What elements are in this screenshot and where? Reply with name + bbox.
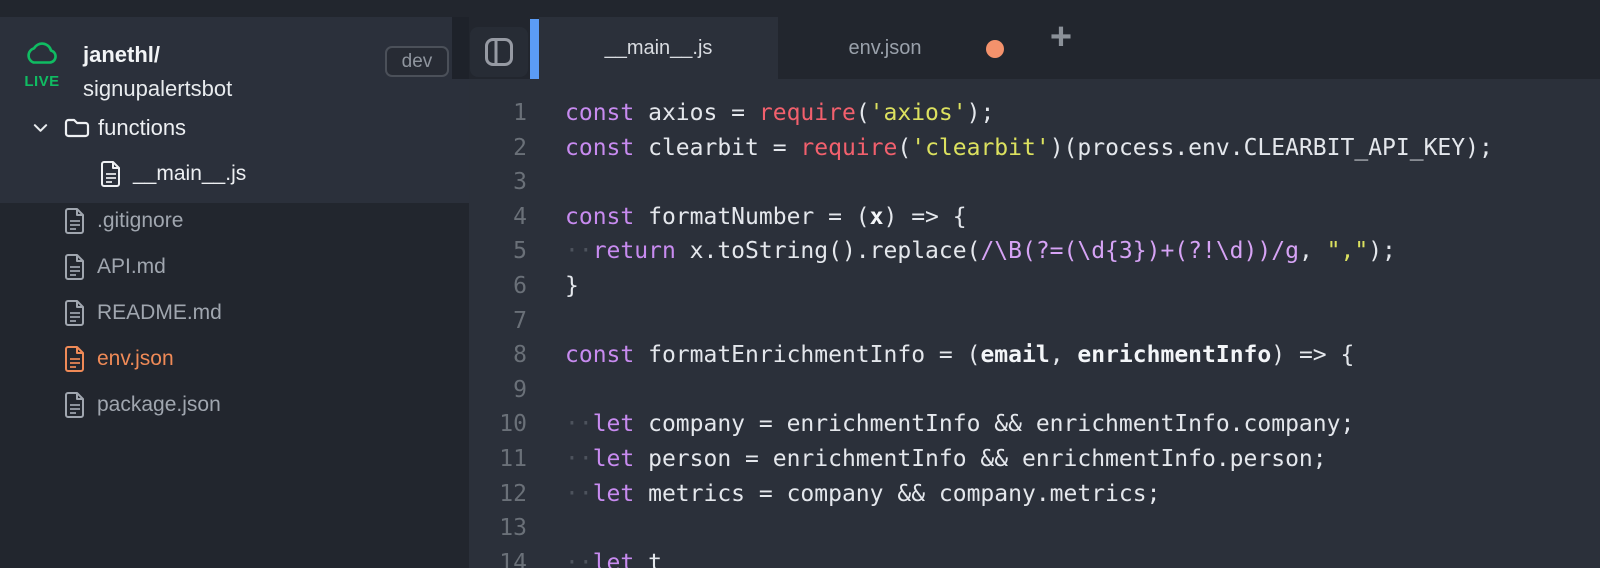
line-number: 2 <box>513 134 527 161</box>
file-icon <box>101 161 120 187</box>
sidebar-item-package-json[interactable]: package.json <box>0 382 469 428</box>
chevron-down-icon <box>33 124 48 132</box>
tab-bar: __main__.js env.json + <box>469 0 1600 79</box>
line-number: 10 <box>499 411 527 438</box>
line-number: 12 <box>499 480 527 507</box>
sidebar-item-API-md[interactable]: API.md <box>0 244 469 290</box>
folder-label: functions <box>98 115 187 140</box>
code-line: 13 <box>469 511 1600 546</box>
file-icon <box>65 300 84 326</box>
file-label: package.json <box>97 393 221 416</box>
code-line: 14 ··let t <box>469 546 1600 568</box>
tab-env-json[interactable]: env.json <box>800 17 970 79</box>
code-text: ··return x.toString().replace(/\B(?=(\d{… <box>565 238 1396 265</box>
code-line: 9 <box>469 373 1600 408</box>
code-text: const axios = require('axios'); <box>565 100 995 126</box>
line-number: 1 <box>513 100 527 126</box>
file-label: API.md <box>97 255 166 278</box>
code-text: ··let company = enrichmentInfo && enrich… <box>565 411 1355 438</box>
code-text: const formatEnrichmentInfo = (email, enr… <box>565 342 1355 369</box>
sidebar-edge-shadow <box>452 17 469 79</box>
file-icon <box>65 346 84 372</box>
code-text: const clearbit = require('clearbit')(pro… <box>565 134 1493 161</box>
active-tab-indicator <box>530 19 539 79</box>
code-text: const formatNumber = (x) => { <box>565 203 967 230</box>
code-line: 7 <box>469 304 1600 339</box>
line-number: 7 <box>513 307 527 334</box>
tab-main-js[interactable]: __main__.js <box>539 17 778 79</box>
line-number: 8 <box>513 342 527 369</box>
env-badge: dev <box>385 46 449 77</box>
live-label: LIVE <box>24 73 60 90</box>
code-line: 6} <box>469 269 1600 304</box>
unsaved-changes-dot <box>986 40 1004 58</box>
code-line: 3 <box>469 165 1600 200</box>
sidebar-item-README-md[interactable]: README.md <box>0 290 469 336</box>
line-number: 6 <box>513 272 527 299</box>
sidebar-layout-icon <box>485 38 513 66</box>
line-number: 3 <box>513 169 527 196</box>
code-text: ··let metrics = company && company.metri… <box>565 480 1161 507</box>
line-number: 14 <box>499 549 527 568</box>
file-icon <box>65 254 84 280</box>
live-indicator: LIVE <box>18 40 66 90</box>
new-tab-button[interactable]: + <box>1043 0 1079 79</box>
line-number: 9 <box>513 376 527 403</box>
code-line: 8 const formatEnrichmentInfo = (email, en… <box>469 338 1600 373</box>
sidebar: LIVE janethl/ signupalertsbot dev functi… <box>0 0 469 568</box>
code-line: 10 ··let company = enrichmentInfo && enri… <box>469 407 1600 442</box>
line-number: 13 <box>499 515 527 542</box>
code-line: 12 ··let metrics = company && company.met… <box>469 477 1600 512</box>
sidebar-item-gitignore[interactable]: .gitignore <box>0 198 469 244</box>
folder-icon <box>64 118 90 138</box>
line-number: 11 <box>499 445 527 472</box>
code-line: 2 const clearbit = require('clearbit')(pr… <box>469 131 1600 166</box>
code-area[interactable]: 1 const axios = require('axios'); 2 const c… <box>469 79 1600 568</box>
project-name[interactable]: signupalertsbot <box>83 76 232 102</box>
code-text: ··let t <box>565 549 662 568</box>
file-icon <box>65 208 84 234</box>
file-icon <box>65 392 84 418</box>
sidebar-toggle-button[interactable] <box>470 27 528 77</box>
file-label: .gitignore <box>97 209 184 232</box>
code-line: 1 const axios = require('axios'); <box>469 96 1600 131</box>
code-line: 11 ··let person = enrichmentInfo && enric… <box>469 442 1600 477</box>
line-number: 5 <box>513 238 527 265</box>
line-number: 4 <box>513 203 527 230</box>
project-owner[interactable]: janethl/ <box>83 42 160 68</box>
sidebar-folder-functions[interactable]: functions <box>0 106 469 150</box>
file-label: env.json <box>97 347 174 370</box>
code-line: 5 ··return x.toString().replace(/\B(?=(\d… <box>469 234 1600 269</box>
code-text: } <box>565 272 579 299</box>
sidebar-item-main-js[interactable]: __main__.js <box>0 152 469 196</box>
file-label: README.md <box>97 301 222 324</box>
cloud-icon <box>27 42 57 64</box>
code-text: ··let person = enrichmentInfo && enrichm… <box>565 445 1327 472</box>
sidebar-item-env-json[interactable]: env.json <box>0 336 469 382</box>
file-label: __main__.js <box>133 162 247 185</box>
code-line: 4 const formatNumber = (x) => { <box>469 200 1600 235</box>
